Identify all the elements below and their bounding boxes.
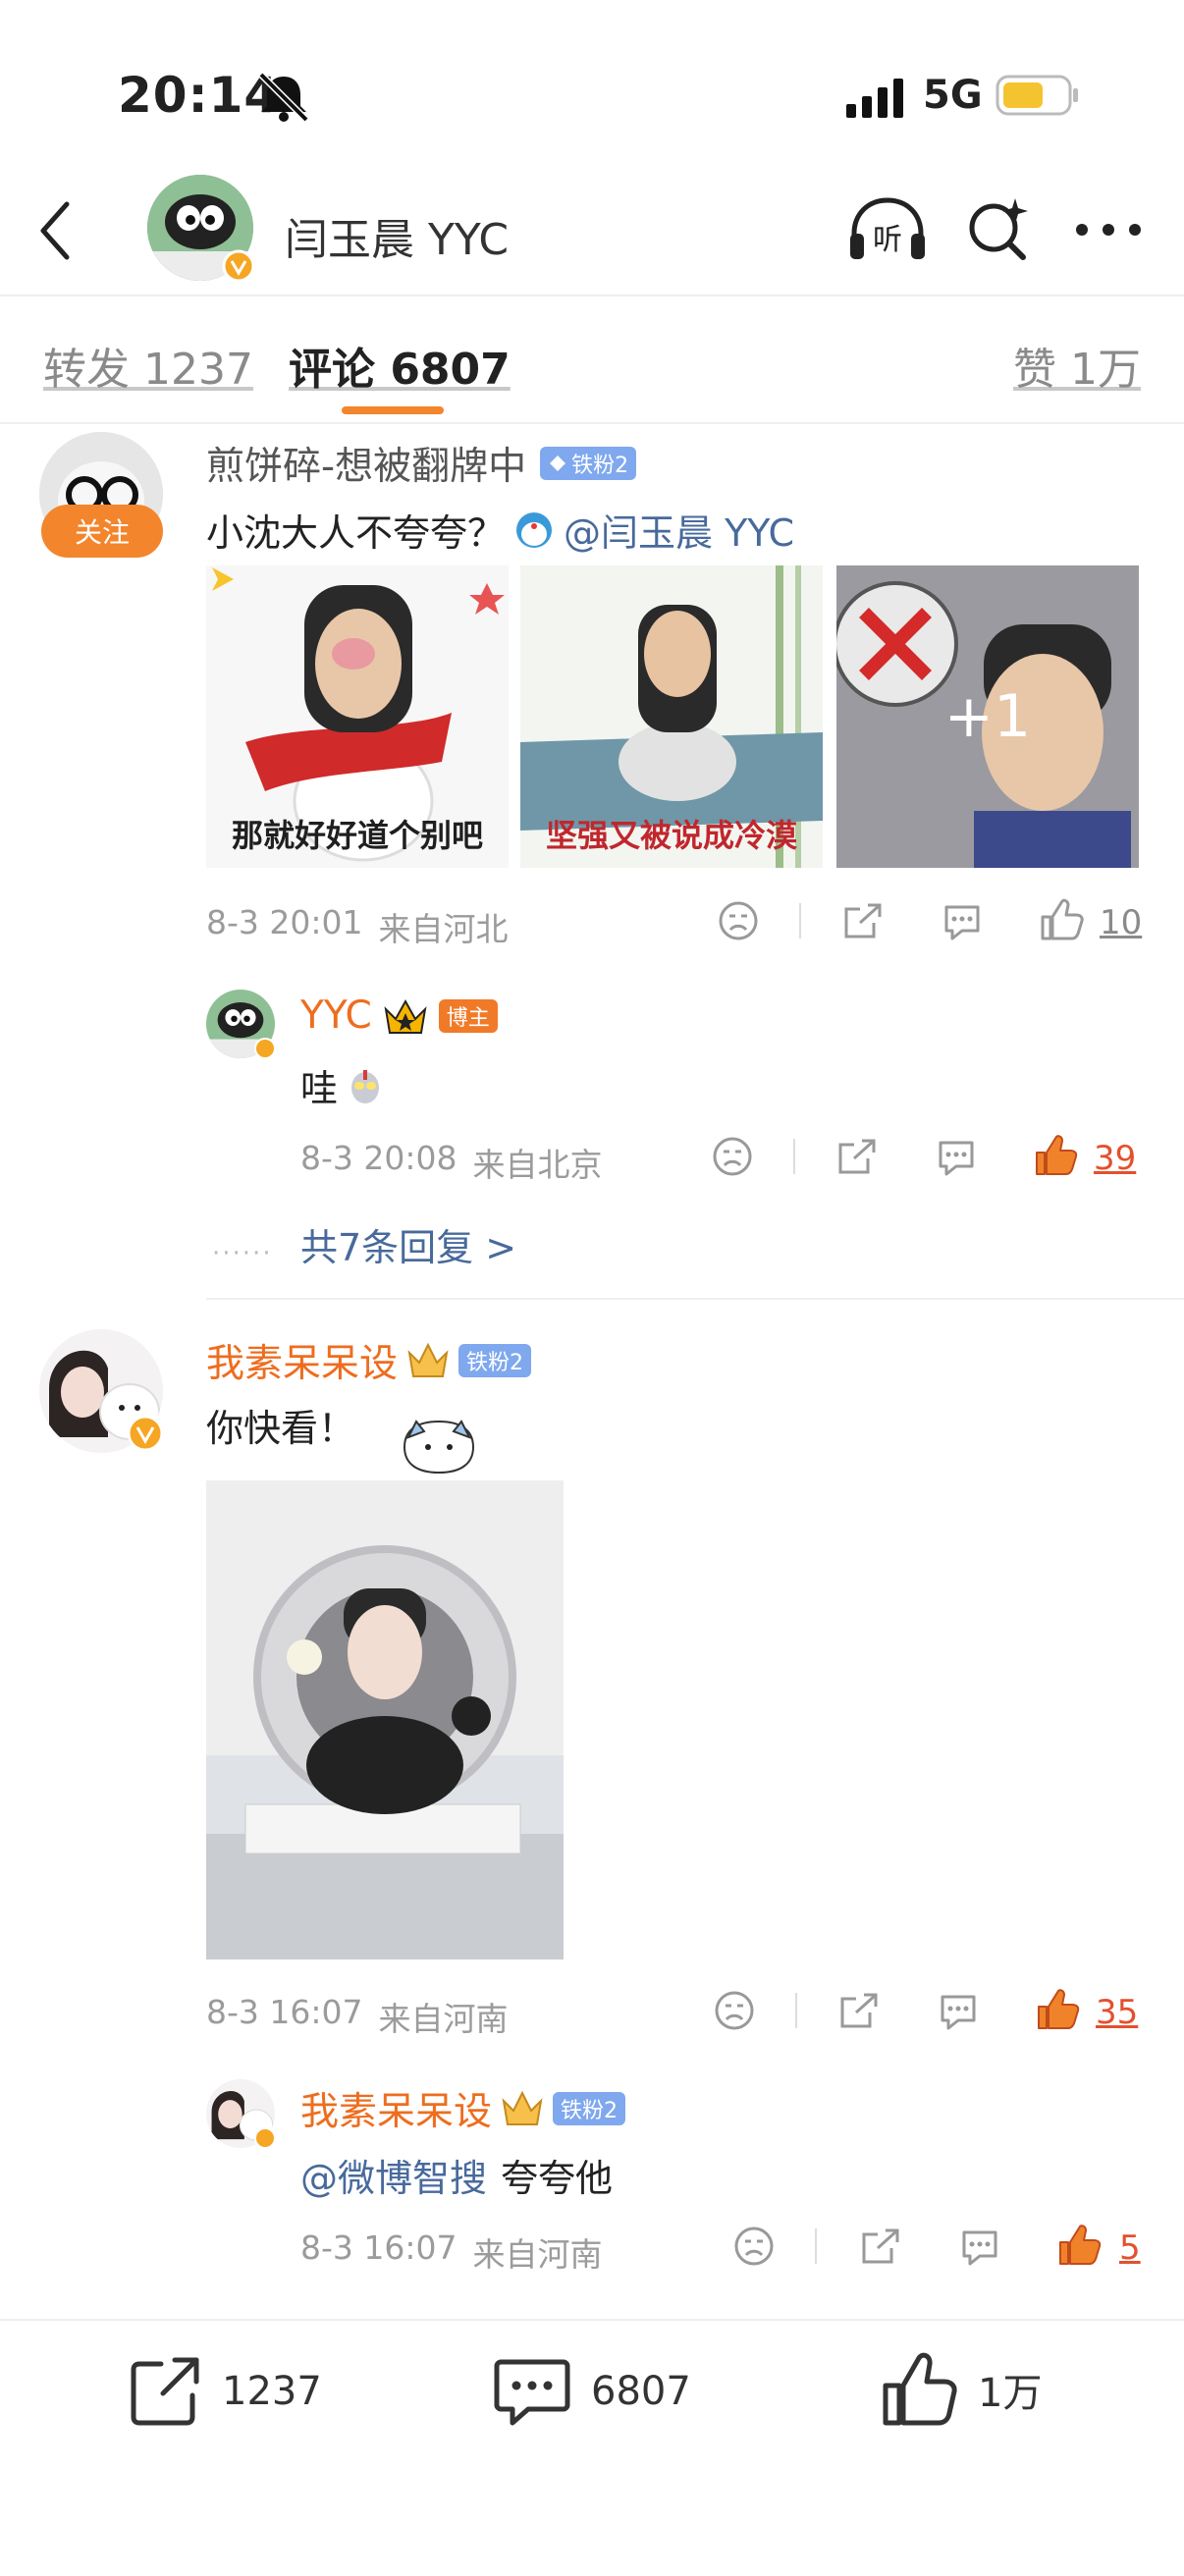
dislike-icon[interactable] [732,2225,776,2268]
more-icon[interactable] [1074,220,1143,240]
comment-text: 小沈大人不夸夸？ [206,511,506,555]
like-count[interactable]: 39 [1094,1139,1136,1178]
more-replies-link[interactable]: 共7条回复 > [300,1217,516,1271]
reply-icon[interactable] [958,2227,1001,2268]
reply-date: 8-3 16:07 [300,2228,457,2267]
back-icon[interactable] [35,196,75,265]
reply-icon[interactable] [935,1137,978,1178]
like-filled-icon[interactable] [1033,1133,1078,1178]
dislike-icon[interactable] [717,899,760,942]
like-filled-icon[interactable] [1056,2223,1102,2268]
comment-username[interactable]: 我素呆呆设 [206,1333,398,1388]
cat-emoji-icon [403,1420,475,1475]
tab-comments[interactable]: 评论 6807 [289,334,511,397]
reply-username[interactable]: 我素呆呆设 [300,2081,492,2136]
like-icon[interactable] [1039,897,1084,942]
reply-username[interactable]: YYC [300,993,372,1038]
tabs-divider [0,422,1184,424]
listen-icon[interactable]: 听 [846,194,929,263]
verified-badge-icon [254,2127,276,2149]
mention-link[interactable]: @闫玉晨 YYC [564,503,794,557]
fan-badge: 铁粉2 [540,447,637,480]
comment-icon [494,2359,570,2426]
comment-date: 8-3 20:01 [206,903,363,941]
comment-text: 你快看！ [206,1407,356,1450]
blogger-badge: 博主 [438,998,498,1033]
comment-location: 来自河南 [378,2000,509,2038]
comment-location: 来自河北 [378,910,509,948]
fan-badge: 铁粉2 [458,1344,532,1377]
share-icon[interactable] [836,1991,880,2032]
bottom-repost-count: 1237 [222,2369,322,2414]
comment-image[interactable] [206,1480,564,1959]
reply-location: 来自北京 [472,1146,603,1184]
like-filled-icon[interactable] [1035,1987,1080,2032]
dislike-icon[interactable] [713,1989,756,2032]
bottom-comment-count: 6807 [591,2369,691,2414]
action-separator [799,903,801,939]
page-title[interactable]: 闫玉晨 YYC [285,204,509,267]
svg-text:听: 听 [873,223,902,257]
comment-image[interactable]: +1 [836,565,1139,868]
share-icon[interactable] [858,2227,901,2268]
action-separator [793,1139,795,1174]
share-icon[interactable] [840,901,884,942]
ultraman-emoji-icon [351,1069,380,1103]
bottom-repost-button[interactable]: 1237 [128,2354,322,2429]
verified-badge-icon [127,1415,164,1452]
like-count[interactable]: 5 [1119,2228,1141,2268]
comment-username[interactable]: 煎饼碎-想被翻牌中 [206,436,526,491]
reply-location: 来自河南 [472,2235,603,2274]
bottom-like-count: 1万 [978,2371,1043,2416]
share-icon[interactable] [834,1137,878,1178]
image-caption: 坚强又被说成冷漠 [545,817,797,854]
signal-icon [846,79,903,118]
action-separator [795,1993,797,2028]
doraemon-emoji-icon [516,511,553,548]
tab-reposts[interactable]: 转发 1237 [43,334,253,397]
comment-divider [206,1298,1184,1300]
reply-text: 夸夸他 [501,2157,614,2200]
verified-badge-icon [222,249,255,283]
like-count[interactable]: 10 [1100,903,1142,942]
diamond-icon [550,456,566,471]
crown-icon [384,998,427,1034]
bottom-like-button[interactable]: 1万 [880,2350,1042,2429]
image-caption: 那就好好道个别吧 [231,817,483,854]
verified-badge-icon [254,1038,276,1059]
comment-image[interactable]: 坚强又被说成冷漠 [520,565,823,868]
more-images-overlay[interactable]: +1 [836,565,1139,868]
comment-date: 8-3 16:07 [206,1993,363,2031]
gold-crown-icon [407,1342,449,1377]
header-divider [0,295,1184,296]
battery-icon [996,75,1078,116]
tab-likes[interactable]: 赞 1万 [1013,334,1141,397]
comment-image[interactable]: 那就好好道个别吧 [206,565,509,868]
reply-icon[interactable] [937,1991,980,2032]
mention-link[interactable]: @微博智搜 [300,2148,487,2202]
thumbs-up-icon [883,2352,957,2426]
bottom-comment-button[interactable]: 6807 [493,2354,691,2429]
network-label: 5G [923,73,983,118]
reply-icon[interactable] [941,901,984,942]
active-tab-indicator [342,406,444,414]
reply-date: 8-3 20:08 [300,1139,457,1177]
reply-text: 哇 [300,1067,339,1110]
gold-crown-icon [502,2090,543,2125]
reply-dots: ······ [212,1239,273,1268]
follow-button[interactable]: 关注 [41,505,163,558]
fan-badge: 铁粉2 [553,2092,626,2125]
ai-search-icon[interactable] [964,196,1033,265]
dislike-icon[interactable] [711,1135,754,1178]
silent-bell-icon [258,72,309,122]
repost-icon [131,2357,199,2426]
like-count[interactable]: 35 [1096,1993,1138,2032]
action-separator [815,2228,817,2264]
